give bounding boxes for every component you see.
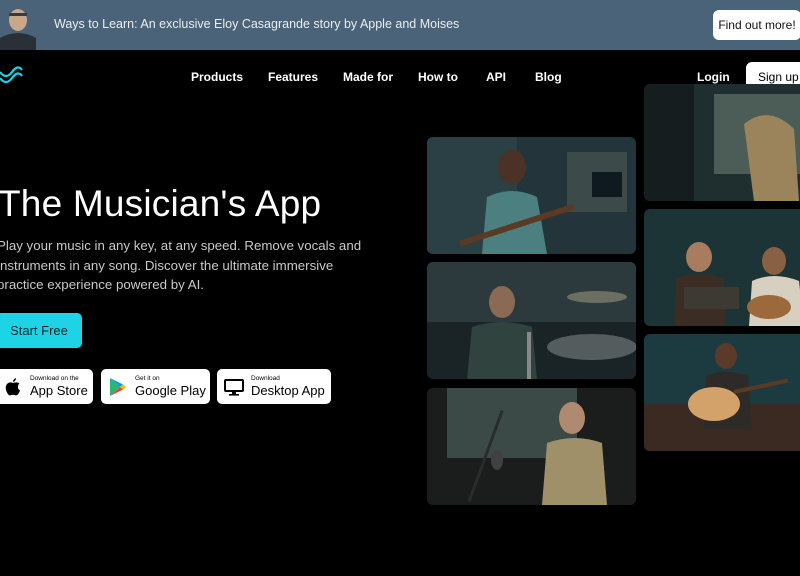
- google-play-big: Google Play: [135, 382, 206, 398]
- hero-subtitle-line: Play your music in any key, at any speed…: [0, 238, 362, 253]
- google-play-button[interactable]: Get it on Google Play: [101, 369, 210, 404]
- hero-title: The Musician's App: [0, 183, 322, 224]
- desktop-monitor-icon: [223, 376, 245, 398]
- nav-made-for[interactable]: Made for: [343, 70, 393, 84]
- start-free-button[interactable]: Start Free: [0, 313, 82, 348]
- hero-subtitle: Play your music in any key, at any speed…: [0, 236, 367, 295]
- nav-api[interactable]: API: [486, 70, 506, 84]
- app-store-button[interactable]: Download on the App Store: [0, 369, 93, 404]
- photo-acoustic-player: [644, 334, 800, 451]
- desktop-app-button[interactable]: Download Desktop App: [217, 369, 331, 404]
- login-link[interactable]: Login: [697, 70, 730, 84]
- nav-features[interactable]: Features: [268, 70, 318, 84]
- apple-icon: [2, 376, 24, 398]
- nav-how-to[interactable]: How to: [418, 70, 458, 84]
- nav-products[interactable]: Products: [191, 70, 243, 84]
- nav-blog[interactable]: Blog: [535, 70, 562, 84]
- google-play-icon: [107, 376, 129, 398]
- app-store-big: App Store: [30, 382, 88, 398]
- banner-avatar: [0, 0, 40, 50]
- photo-duo-guitar: [644, 209, 800, 326]
- banner-text: Ways to Learn: An exclusive Eloy Casagra…: [54, 17, 460, 31]
- app-store-small: Download on the: [30, 375, 79, 383]
- photo-drummer: [427, 262, 636, 379]
- desktop-app-small: Download: [251, 375, 280, 383]
- photo-bassist-studio: [427, 137, 636, 254]
- photo-studio-singer: [644, 84, 800, 201]
- find-out-more-button[interactable]: Find out more!: [713, 10, 800, 40]
- announcement-banner: Ways to Learn: An exclusive Eloy Casagra…: [0, 0, 800, 50]
- google-play-small: Get it on: [135, 375, 160, 383]
- desktop-app-big: Desktop App: [251, 382, 325, 398]
- photo-guitarist-mic: [427, 388, 636, 505]
- hero-subtitle-line: practice experience powered by AI.: [0, 277, 204, 292]
- hero-subtitle-line: instruments in any song. Discover the ul…: [0, 257, 334, 273]
